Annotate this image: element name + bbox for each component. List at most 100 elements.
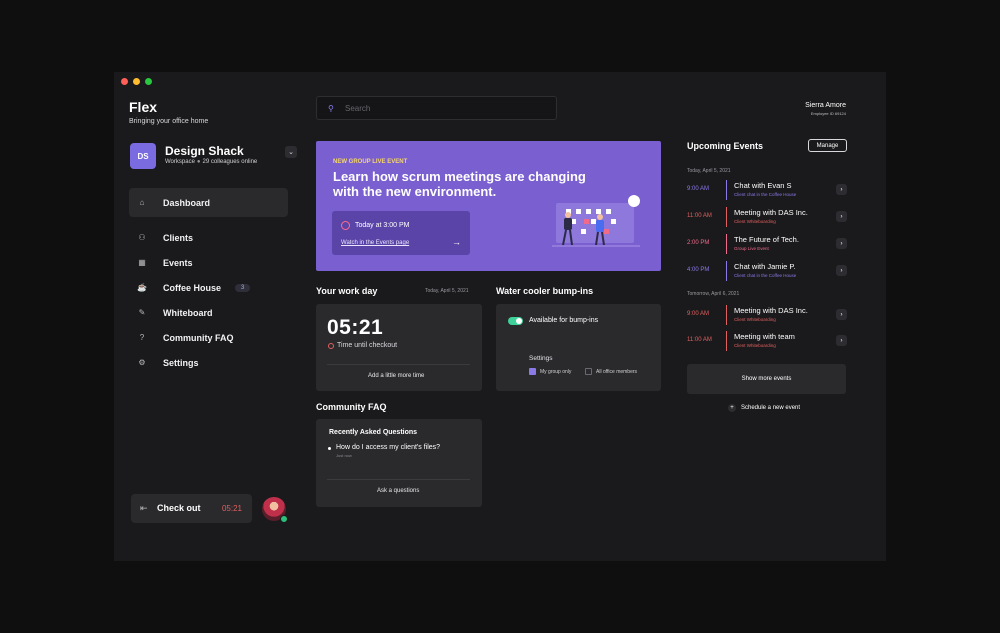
faq-question[interactable]: How do I access my client's files? [336,444,440,451]
all-members-label: All office members [596,369,638,375]
workspace-name: Design Shack [165,144,244,158]
event-row[interactable]: 4:00 PM Chat with Jamie P. Client chat i… [687,261,847,281]
my-group-label: My group only [540,369,572,375]
manage-events-button[interactable]: Manage [808,139,847,152]
event-row[interactable]: 9:00 AM Meeting with DAS Inc. Client Whi… [687,305,847,325]
faq-title: Community FAQ [316,402,387,412]
add-time-button[interactable]: Add a little more time [368,373,424,379]
online-dot-icon: ● [196,159,201,165]
chevron-right-icon[interactable]: › [836,184,847,195]
workspace-online: 29 colleagues online [202,159,258,165]
sidebar-item-settings[interactable]: ⚙ Settings [129,348,288,377]
brand: Flex Bringing your office home [129,99,208,125]
event-subtitle: Group Live Event [734,246,769,251]
live-event-banner: NEW GROUP LIVE EVENT Learn how scrum mee… [316,141,661,271]
clock-icon [328,343,334,349]
calendar-icon: ▦ [138,258,146,267]
check-out-button[interactable]: ⇤ Check out 05:21 [131,494,252,523]
online-status-icon [280,515,288,523]
event-color-bar [726,305,727,325]
app-window: Flex Bringing your office home DS Design… [114,72,886,561]
event-title: The Future of Tech. [734,235,799,244]
sidebar-item-label: Whiteboard [163,307,213,318]
watercooler-title: Water cooler bump-ins [496,286,594,296]
plus-icon: + [728,404,736,412]
sidebar-item-dashboard[interactable]: ⌂ Dashboard [129,188,288,217]
events-title: Upcoming Events [687,141,764,151]
whiteboard-illustration [552,195,640,247]
minimize-window-button[interactable] [133,78,140,85]
event-time: 11:00 AM [687,337,712,343]
sidebar-item-label: Coffee House [163,282,222,293]
divider [327,364,470,365]
event-color-bar [726,180,727,200]
user-icon: ⚇ [138,233,146,242]
chevron-right-icon[interactable]: › [836,211,847,222]
show-more-events-button[interactable]: Show more events [687,364,846,394]
events-day-tomorrow: Tomorrow, April 6, 2021 [687,291,740,297]
faq-question-time: Just now [336,453,352,458]
clock-icon [341,221,350,230]
app-subtitle: Bringing your office home [129,118,209,125]
event-subtitle: Client chat in the Coffee House [734,273,797,278]
close-window-button[interactable] [121,78,128,85]
event-subtitle: Client Whiteboarding [734,219,776,224]
my-group-checkbox[interactable] [529,368,536,375]
workspace-switcher[interactable]: DS Design Shack Workspace ● 29 colleagues … [130,143,297,169]
events-day-today: Today, April 5, 2021 [687,168,731,174]
event-time: 9:00 AM [687,311,710,317]
workday-panel: 05:21 Time until checkout Add a little m… [316,304,482,391]
event-title: Chat with Evan S [734,181,792,190]
schedule-event-label: Schedule a new event [741,405,801,411]
chevron-right-icon[interactable]: › [836,335,847,346]
event-row[interactable]: 11:00 AM Meeting with team Client Whiteb… [687,331,847,351]
coffee-icon: ☕ [137,283,147,292]
event-title: Chat with Jamie P. [734,262,796,271]
bullet-icon [328,447,331,450]
event-time: 4:00 PM [687,267,710,273]
arrow-right-icon[interactable]: → [452,237,461,247]
user-info[interactable]: Sierra Amore Employee ID 69124 [805,102,846,116]
chevron-down-icon[interactable]: ⌄ [285,146,297,158]
settings-label: Settings [529,355,553,362]
event-title: Meeting with DAS Inc. [734,208,808,217]
divider [327,479,470,480]
toggle-label: Available for bump-ins [529,317,599,324]
maximize-window-button[interactable] [145,78,152,85]
chevron-right-icon[interactable]: › [836,265,847,276]
event-row[interactable]: 11:00 AM Meeting with DAS Inc. Client Wh… [687,207,847,227]
ask-question-button[interactable]: Ask a questions [377,488,419,494]
search-input[interactable] [345,102,545,115]
sidebar-item-label: Dashboard [163,197,211,208]
banner-tag: NEW GROUP LIVE EVENT [333,159,408,165]
user-name: Sierra Amore [805,102,846,109]
workspace-meta: Workspace ● 29 colleagues online [165,159,257,165]
event-color-bar [726,331,727,351]
chevron-right-icon[interactable]: › [836,309,847,320]
event-row[interactable]: 2:00 PM The Future of Tech. Group Live E… [687,234,847,254]
event-title: Meeting with DAS Inc. [734,306,808,315]
all-members-checkbox[interactable] [585,368,592,375]
sidebar-item-label: Settings [163,357,199,368]
event-color-bar [726,207,727,227]
chevron-right-icon[interactable]: › [836,238,847,249]
banner-event-card[interactable]: Today at 3:00 PM Watch in the Events pag… [332,211,470,255]
event-color-bar [726,261,727,281]
event-subtitle: Client Whiteboarding [734,317,776,322]
bump-ins-toggle[interactable] [508,317,523,325]
search-bar[interactable]: ⚲ [316,96,557,120]
search-icon: ⚲ [328,104,334,113]
coffee-house-badge: 3 [235,283,251,292]
event-subtitle: Client Whiteboarding [734,343,776,348]
event-title: Meeting with team [734,332,795,341]
pencil-icon: ✎ [138,308,146,317]
sidebar-nav: ⌂ Dashboard ⚇ Clients ▦ Events ☕ Coffee … [129,188,288,373]
check-out-time: 05:21 [221,504,242,513]
time-until-checkout-label: Time until checkout [337,342,398,349]
avatar[interactable] [262,497,288,523]
events-page-link[interactable]: Watch in the Events page [341,240,409,246]
schedule-event-button[interactable]: + Schedule a new event [728,404,800,412]
logout-icon: ⇤ [140,503,148,513]
faq-panel: Recently Asked Questions How do I access… [316,419,482,507]
event-row[interactable]: 9:00 AM Chat with Evan S Client chat in … [687,180,847,200]
